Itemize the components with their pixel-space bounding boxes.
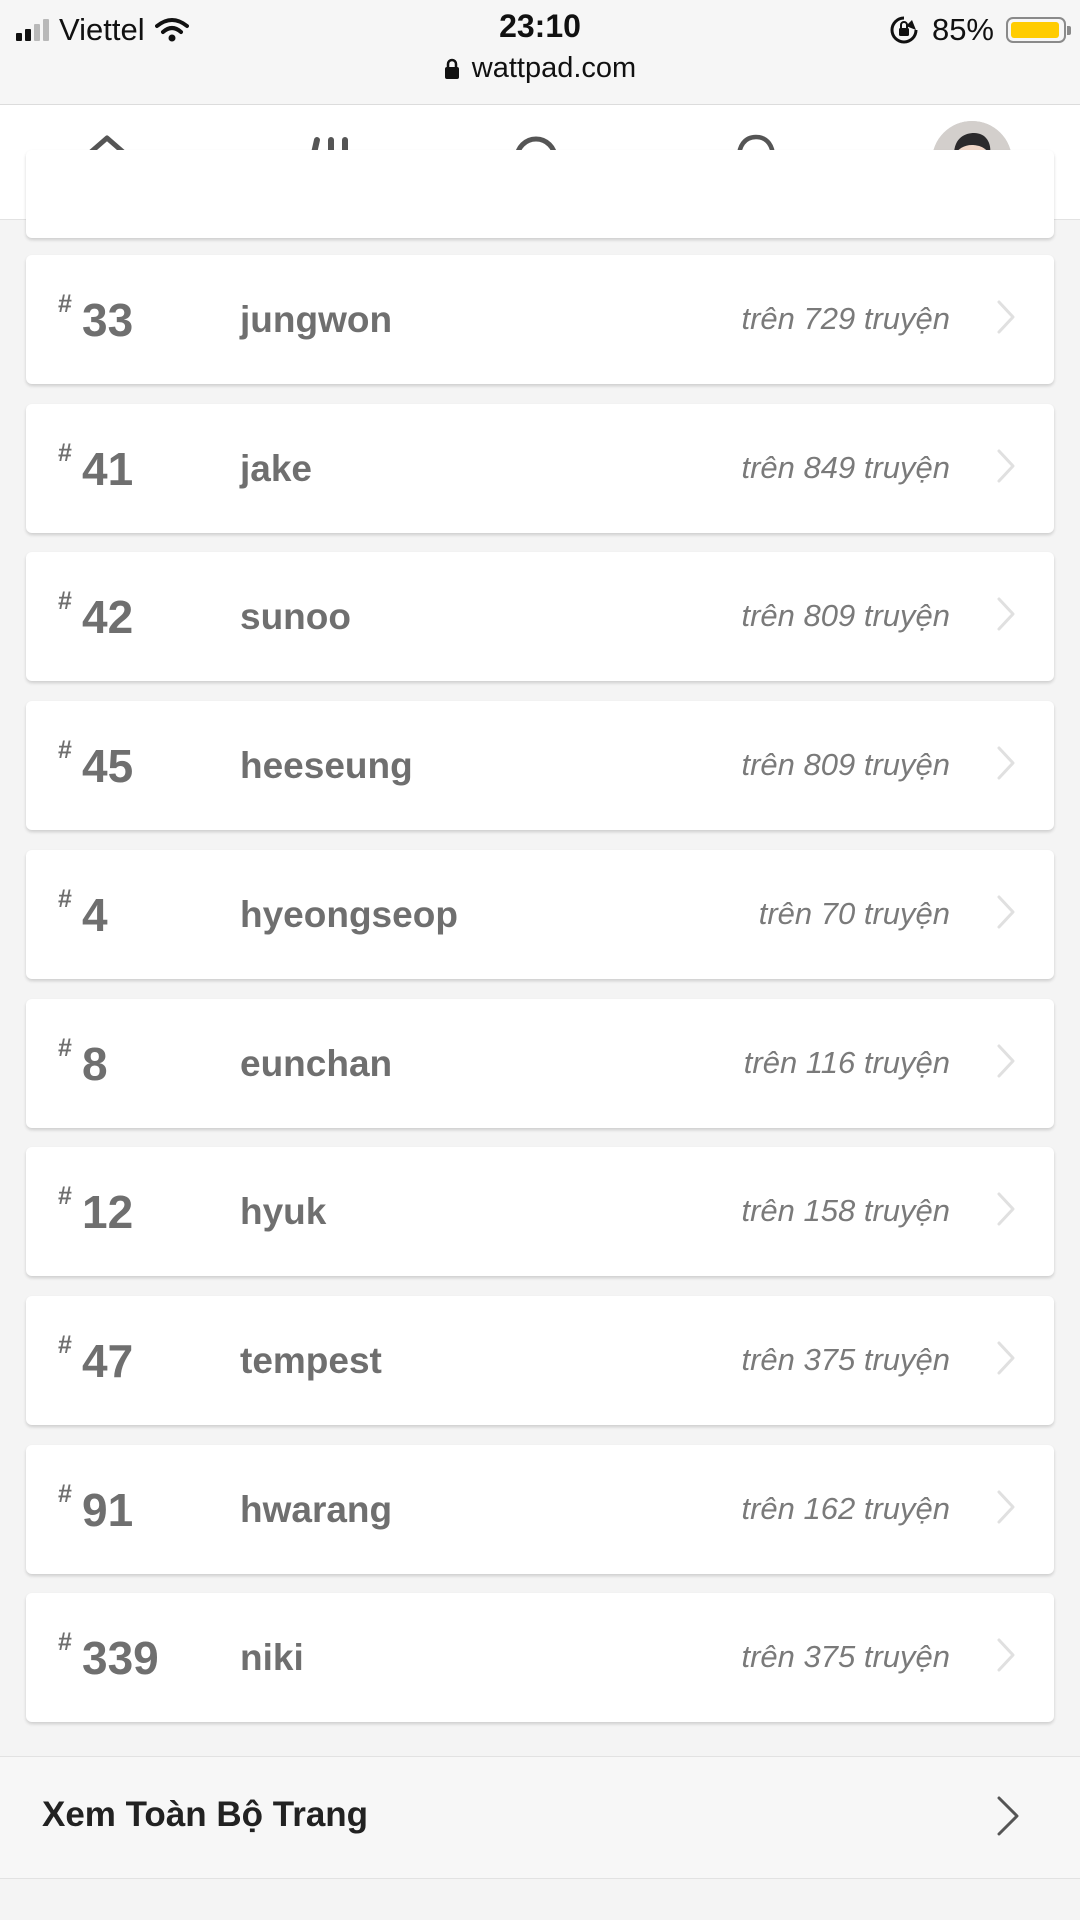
chevron-right-icon	[997, 1192, 1015, 1226]
battery-fill	[1011, 22, 1059, 38]
see-all-button[interactable]: Xem Toàn Bộ Trang	[0, 1756, 1080, 1879]
list-item-partial	[26, 150, 1054, 238]
status-bar: Viettel 23:10 85% wattpad.com	[0, 0, 1080, 105]
tag-card[interactable]: #47 tempest trên 375 truyện	[26, 1296, 1054, 1425]
chevron-right-icon	[997, 895, 1015, 929]
chevron-right-icon	[997, 1796, 1019, 1836]
tag-card[interactable]: #33 jungwon trên 729 truyện	[26, 255, 1054, 384]
tag-name: hyeongseop	[240, 894, 458, 935]
status-right: 85%	[888, 10, 1071, 50]
rank-number: 41	[82, 443, 134, 495]
story-count: trên 849 truyện	[741, 450, 950, 485]
hash-symbol: #	[58, 1628, 72, 1656]
tag-card[interactable]: #8 eunchan trên 116 truyện	[26, 999, 1054, 1128]
chevron-right-icon	[997, 1341, 1015, 1375]
url-text: wattpad.com	[471, 52, 637, 84]
tag-name: tempest	[240, 1340, 382, 1381]
hash-symbol: #	[58, 885, 72, 913]
hash-symbol: #	[58, 1182, 72, 1210]
rank-number: 12	[82, 1186, 134, 1238]
rank-number: 33	[82, 294, 134, 346]
tag-name: eunchan	[240, 1043, 393, 1084]
battery-icon	[1006, 17, 1071, 43]
hash-symbol: #	[58, 736, 72, 764]
rank-number: 339	[82, 1632, 159, 1684]
story-count: trên 375 truyện	[741, 1342, 950, 1377]
tag-card[interactable]: #12 hyuk trên 158 truyện	[26, 1147, 1054, 1276]
tag-name: jake	[240, 448, 313, 489]
tag-card[interactable]: #339 niki trên 375 truyện	[26, 1593, 1054, 1722]
story-count: trên 116 truyện	[743, 1045, 950, 1080]
chevron-right-icon	[997, 1044, 1015, 1078]
chevron-right-icon	[997, 1490, 1015, 1524]
rank-number: 42	[82, 591, 134, 643]
tag-name: heeseung	[240, 745, 413, 786]
story-count: trên 158 truyện	[741, 1193, 950, 1228]
hash-symbol: #	[58, 1480, 72, 1508]
chevron-right-icon	[997, 597, 1015, 631]
tag-card[interactable]: #45 heeseung trên 809 truyện	[26, 701, 1054, 830]
chevron-right-icon	[997, 300, 1015, 334]
hash-symbol: #	[58, 1331, 72, 1359]
padlock-icon	[444, 58, 459, 79]
rank-number: 91	[82, 1484, 134, 1536]
rank-number: 45	[82, 740, 134, 792]
chevron-right-icon	[997, 746, 1015, 780]
hash-symbol: #	[58, 1034, 72, 1062]
rotation-lock-icon	[890, 16, 918, 44]
tag-name: jungwon	[240, 299, 393, 340]
story-count: trên 70 truyện	[758, 896, 950, 931]
tag-card[interactable]: #4 hyeongseop trên 70 truyện	[26, 850, 1054, 979]
tag-name: hyuk	[240, 1191, 327, 1232]
tag-name: niki	[240, 1637, 304, 1678]
tag-name: sunoo	[240, 596, 351, 637]
tag-name: hwarang	[240, 1489, 393, 1530]
story-count: trên 809 truyện	[741, 598, 950, 633]
chevron-right-icon	[997, 1638, 1015, 1672]
chevron-right-icon	[997, 449, 1015, 483]
story-count: trên 809 truyện	[741, 747, 950, 782]
battery-percent: 85%	[931, 12, 994, 47]
hash-symbol: #	[58, 587, 72, 615]
see-all-label: Xem Toàn Bộ Trang	[42, 1795, 369, 1834]
address-bar[interactable]: wattpad.com	[0, 52, 1080, 85]
rank-number: 47	[82, 1335, 134, 1387]
hash-symbol: #	[58, 290, 72, 318]
story-count: trên 729 truyện	[741, 301, 950, 336]
tag-card[interactable]: #42 sunoo trên 809 truyện	[26, 552, 1054, 681]
story-count: trên 375 truyện	[741, 1639, 950, 1674]
tag-card[interactable]: #41 jake trên 849 truyện	[26, 404, 1054, 533]
story-count: trên 162 truyện	[741, 1491, 950, 1526]
hash-symbol: #	[58, 439, 72, 467]
rank-number: 4	[82, 889, 108, 941]
rank-number: 8	[82, 1038, 108, 1090]
tag-card[interactable]: #91 hwarang trên 162 truyện	[26, 1445, 1054, 1574]
